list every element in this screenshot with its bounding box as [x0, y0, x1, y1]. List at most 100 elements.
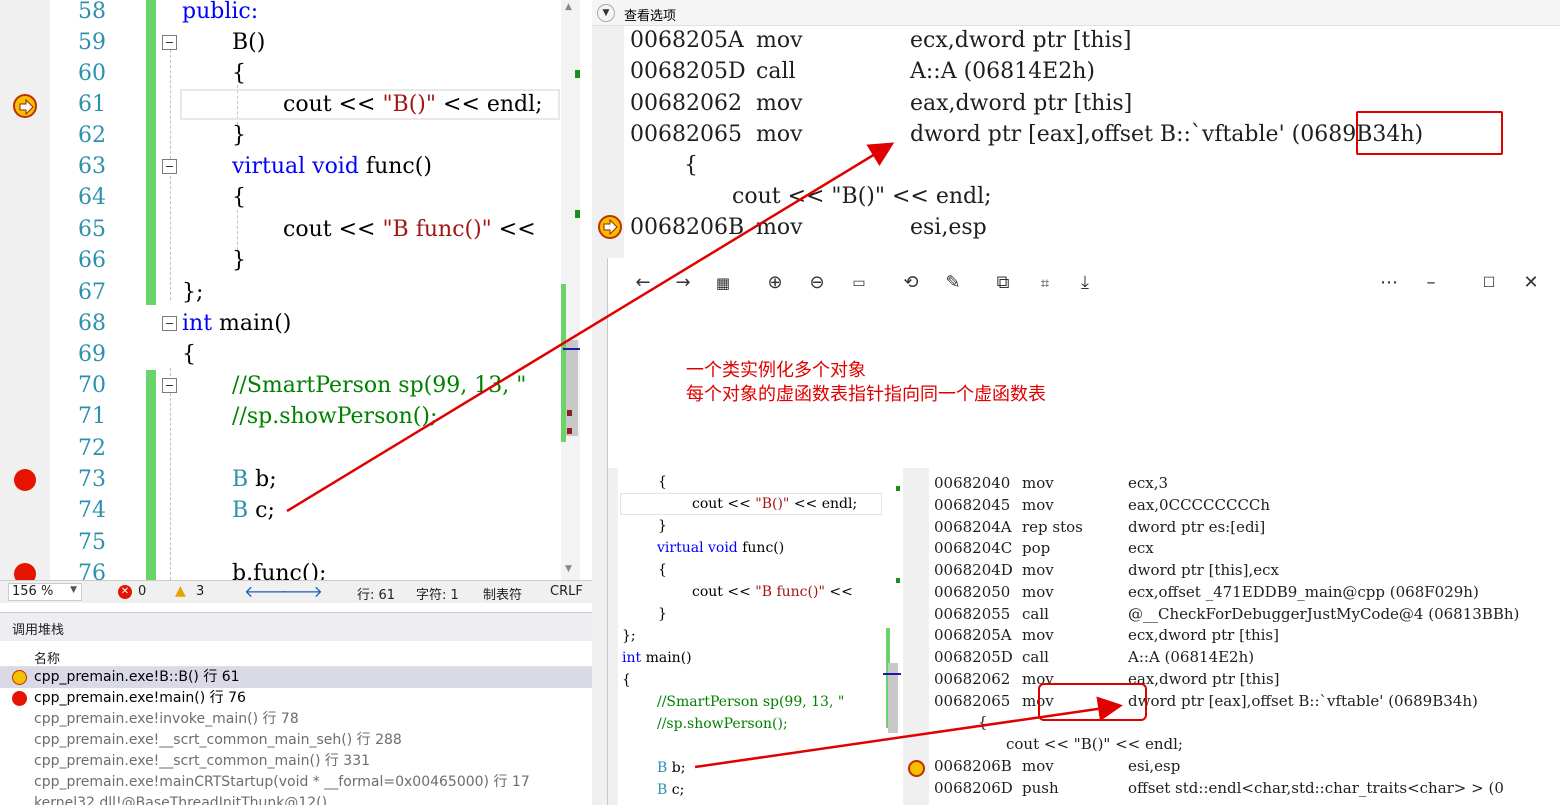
- minimize-icon[interactable]: –: [1420, 272, 1442, 294]
- disasm-row[interactable]: 0068205A mov ecx,dword ptr [this]: [630, 25, 1131, 56]
- line-number: 70: [78, 373, 106, 398]
- stack-frame[interactable]: cpp_premain.exe!__scrt_common_main_seh()…: [0, 730, 608, 751]
- code-line[interactable]: 69 {: [0, 339, 580, 370]
- forward-arrow-icon[interactable]: →: [672, 272, 694, 294]
- error-icon[interactable]: ✕: [118, 585, 132, 599]
- embedded-disasm-row: 0068204A rep stos dword ptr es:[edi]: [934, 518, 1266, 536]
- disasm-row[interactable]: 00682062 mov eax,dword ptr [this]: [630, 88, 1132, 119]
- address: 0068205A: [630, 28, 744, 53]
- code-text: B b;: [232, 467, 277, 492]
- chevron-down-icon[interactable]: ▼: [597, 4, 615, 22]
- embedded-code-line: B c;: [657, 782, 685, 798]
- operands: esi,esp: [910, 215, 987, 240]
- stack-frame[interactable]: cpp_premain.exe!B::B() 行 61: [0, 667, 608, 688]
- char-indicator[interactable]: 字符: 1: [416, 584, 459, 603]
- stack-frame-label: kernel32.dll!@BaseThreadInitThunk@12(): [34, 795, 328, 805]
- collapse-toggle[interactable]: [162, 378, 177, 393]
- code-line[interactable]: 58 public:: [0, 0, 580, 27]
- maximize-icon[interactable]: ☐: [1478, 272, 1500, 294]
- code-line[interactable]: 60 {: [0, 58, 580, 89]
- scroll-caret-marker: [563, 348, 580, 350]
- embedded-code-line: {: [658, 562, 667, 578]
- breakpoint-icon[interactable]: [14, 563, 36, 580]
- column-header-name[interactable]: 名称: [0, 645, 608, 667]
- code-line[interactable]: 76 b.func();: [0, 558, 580, 580]
- code-line-current[interactable]: 61 cout << "B()" << endl;: [0, 89, 580, 120]
- line-number: 69: [78, 342, 106, 367]
- view-options-label[interactable]: 查看选项: [624, 5, 676, 24]
- code-line[interactable]: 64 {: [0, 182, 580, 213]
- stack-frame[interactable]: cpp_premain.exe!mainCRTStartup(void * __…: [0, 772, 608, 793]
- code-line[interactable]: 67 };: [0, 277, 580, 308]
- code-line[interactable]: 74 B c;: [0, 495, 580, 526]
- edit-icon[interactable]: ✎: [942, 272, 964, 294]
- code-line[interactable]: 66 }: [0, 245, 580, 276]
- annotation-line-2: 每个对象的虚函数表指针指向同一个虚函数表: [686, 384, 1046, 405]
- collapse-toggle[interactable]: [162, 316, 177, 331]
- code-line[interactable]: 59 B(): [0, 27, 580, 58]
- scroll-down-icon[interactable]: ▼: [565, 564, 572, 574]
- copy-icon[interactable]: ⧉: [992, 272, 1014, 294]
- warning-count[interactable]: 3: [196, 584, 204, 599]
- code-line[interactable]: 62 }: [0, 120, 580, 151]
- stack-frame[interactable]: kernel32.dll!@BaseThreadInitThunk@12(): [0, 793, 608, 805]
- collapse-toggle[interactable]: [162, 35, 177, 50]
- more-options-icon[interactable]: ⋯: [1378, 272, 1400, 294]
- code-line[interactable]: 72: [0, 433, 580, 464]
- eol-indicator[interactable]: CRLF: [550, 584, 583, 599]
- code-text: b.func();: [232, 561, 327, 580]
- disasm-row[interactable]: 0068205D call A::A (06814E2h): [630, 56, 1095, 87]
- code-text: int main(): [182, 311, 292, 336]
- zoom-in-icon[interactable]: ⊕: [764, 272, 786, 294]
- code-line[interactable]: 73 B b;: [0, 464, 580, 495]
- download-icon[interactable]: ⤓: [1074, 272, 1096, 294]
- embedded-disasm-row: 00682045 mov eax,0CCCCCCCCh: [934, 496, 1271, 514]
- vertical-scrollbar[interactable]: ▲ ▼: [561, 0, 580, 580]
- close-icon[interactable]: ✕: [1520, 272, 1542, 294]
- embedded-source-line: cout << "B()" << endl;: [1006, 735, 1183, 753]
- error-count[interactable]: 0: [138, 584, 146, 599]
- stack-frame[interactable]: cpp_premain.exe!__scrt_common_main() 行 3…: [0, 751, 608, 772]
- code-line[interactable]: 75: [0, 527, 580, 558]
- operands: dword ptr [eax],offset B::`vftable': [910, 122, 1285, 147]
- stack-frame[interactable]: cpp_premain.exe!invoke_main() 行 78: [0, 709, 608, 730]
- scroll-up-icon[interactable]: ▲: [565, 2, 572, 12]
- scroll-thumb[interactable]: [566, 340, 578, 436]
- image-viewer-window[interactable]: ← → ▦ ⊕ ⊖ ▭ ⟲ ✎ ⧉ ⌗ ⤓ ⋯ – ☐ ✕ 一个类实例化多个对象…: [607, 258, 1560, 805]
- current-statement-arrow-icon[interactable]: [13, 94, 37, 118]
- back-arrow-icon[interactable]: ←: [632, 272, 654, 294]
- code-editor[interactable]: 58 public: 59 B() 60 { 61 cout << "B()" …: [0, 0, 580, 580]
- stack-frame[interactable]: cpp_premain.exe!main() 行 76: [0, 688, 608, 709]
- line-number: 67: [78, 280, 106, 305]
- disasm-row[interactable]: 00682065 mov dword ptr [eax],offset B::`vf…: [630, 119, 1423, 150]
- annotation-line-1: 一个类实例化多个对象: [686, 360, 866, 381]
- collapse-toggle[interactable]: [162, 159, 177, 174]
- line-number: 61: [78, 92, 106, 117]
- stack-frame-label: cpp_premain.exe!__scrt_common_main_seh()…: [34, 732, 402, 748]
- code-line[interactable]: 65 cout << "B func()" <<: [0, 214, 580, 245]
- actual-size-icon[interactable]: ▭: [848, 272, 870, 294]
- disasm-row[interactable]: 0068206B mov esi,esp: [630, 212, 987, 243]
- line-number: 71: [78, 404, 106, 429]
- code-line[interactable]: 70 //SmartPerson sp(99, 13, ": [0, 370, 580, 401]
- line-indicator[interactable]: 行: 61: [357, 584, 395, 603]
- breakpoint-icon[interactable]: [14, 469, 36, 491]
- zoom-out-icon[interactable]: ⊖: [806, 272, 828, 294]
- scroll-marker: [575, 70, 580, 78]
- rotate-icon[interactable]: ⟲: [900, 272, 922, 294]
- line-number: 58: [78, 0, 106, 24]
- line-number: 64: [78, 185, 106, 210]
- current-statement-arrow-icon[interactable]: [598, 215, 622, 239]
- embedded-code-line: //SmartPerson sp(99, 13, ": [657, 694, 845, 710]
- code-line[interactable]: 71 //sp.showPerson();: [0, 401, 580, 432]
- code-line[interactable]: 68 int main(): [0, 308, 580, 339]
- grid-view-icon[interactable]: ▦: [712, 272, 734, 294]
- line-number: 73: [78, 467, 106, 492]
- code-line[interactable]: 63 virtual void func(): [0, 151, 580, 182]
- tab-indicator[interactable]: 制表符: [483, 584, 522, 603]
- zoom-dropdown[interactable]: 156 % ▼: [8, 583, 82, 601]
- crop-icon[interactable]: ⌗: [1034, 272, 1056, 294]
- nav-forward-icon[interactable]: 🡒: [280, 581, 323, 601]
- warning-icon[interactable]: ▲: [175, 583, 186, 599]
- embedded-code-line: cout << "B()" << endl;: [692, 496, 858, 512]
